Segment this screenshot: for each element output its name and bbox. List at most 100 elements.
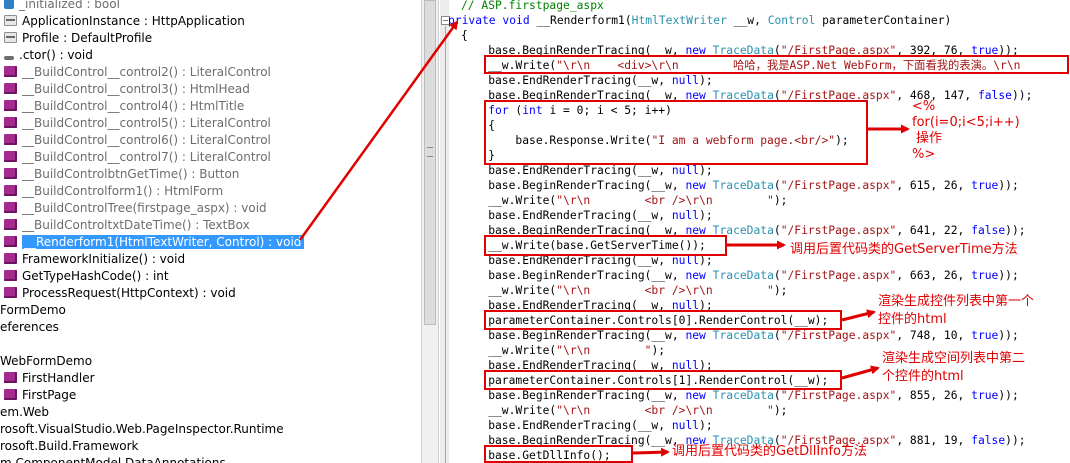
code-line: private void __Renderform1(HtmlTextWrite… bbox=[448, 14, 952, 27]
tree-member-item[interactable]: _initialized : bool bbox=[0, 0, 120, 13]
method-icon bbox=[4, 236, 17, 247]
annotation-for-loop: <% for(i=0;i<5;i++) 操作 %> bbox=[912, 99, 1020, 162]
tree-node-label: m.ComponentModel.DataAnnotations bbox=[0, 456, 226, 463]
code-line: { bbox=[461, 29, 468, 42]
tree-node[interactable]: em.Web bbox=[0, 404, 49, 421]
property-icon bbox=[4, 15, 17, 26]
tree-member-label: FrameworkInitialize() : void bbox=[22, 252, 186, 266]
annotation-dll-info: 调用后置代码类的GetDllInfo方法 bbox=[672, 444, 868, 459]
tree-node-label: em.Web bbox=[0, 405, 50, 419]
tree-member-label: .ctor() : void bbox=[19, 48, 93, 62]
tree-member-item[interactable]: __BuildControlbtnGetTime() : Button bbox=[0, 166, 239, 183]
method-icon bbox=[4, 151, 17, 162]
tree-member-label: __BuildControl__control2() : LiteralCont… bbox=[22, 65, 271, 79]
tree-member-item[interactable]: __BuildControl__control7() : LiteralCont… bbox=[0, 149, 271, 166]
tree-member-item[interactable]: __BuildControl__control5() : LiteralCont… bbox=[0, 115, 271, 132]
tree-member-item[interactable]: ProcessRequest(HttpContext) : void bbox=[0, 285, 236, 302]
code-line: base.EndRenderTracing(__w, null); bbox=[461, 164, 713, 177]
tree-member-label: ApplicationInstance : HttpApplication bbox=[22, 14, 245, 28]
tree-member-item[interactable]: FrameworkInitialize() : void bbox=[0, 251, 185, 268]
method-icon bbox=[4, 219, 17, 230]
method-icon bbox=[4, 168, 17, 179]
scrollbar-grip bbox=[427, 147, 433, 157]
tree-node-label: WebFormDemo bbox=[0, 354, 93, 368]
tree-member-item[interactable]: __BuildControl__control3() : HtmlHead bbox=[0, 81, 250, 98]
tree-member-item[interactable]: __Renderform1(HtmlTextWriter, Control) :… bbox=[0, 234, 305, 251]
method-icon bbox=[4, 134, 17, 145]
tree-member-item[interactable]: Profile : DefaultProfile bbox=[0, 30, 152, 47]
tree-node[interactable]: rosoft.Build.Framework bbox=[0, 438, 139, 455]
tree-member-item[interactable]: __BuildControlform1() : HtmlForm bbox=[0, 183, 223, 200]
tree-node[interactable]: rosoft.VisualStudio.Web.PageInspector.Ru… bbox=[0, 421, 284, 438]
tree-member-label: __BuildControl__control5() : LiteralCont… bbox=[22, 116, 271, 130]
tree-member-label: __BuildControl__control4() : HtmlTitle bbox=[22, 99, 245, 113]
highlight-write-div bbox=[484, 55, 1069, 74]
tree-node[interactable]: eferences bbox=[0, 319, 59, 336]
tree-member-label: __BuildControlTree(firstpage_aspx) : voi… bbox=[22, 201, 267, 215]
tree-member-label: __BuildControlform1() : HtmlForm bbox=[22, 184, 224, 198]
tree-member-label: __BuildControl__control7() : LiteralCont… bbox=[22, 150, 271, 164]
method-icon bbox=[4, 270, 17, 281]
method-icon bbox=[4, 83, 17, 94]
method-icon bbox=[4, 202, 17, 213]
tree-node[interactable]: m.ComponentModel.DataAnnotations bbox=[0, 455, 226, 463]
class-icon bbox=[4, 389, 17, 400]
class-icon bbox=[4, 372, 17, 383]
highlight-server-time bbox=[484, 235, 727, 256]
tree-member-label: ProcessRequest(HttpContext) : void bbox=[22, 286, 236, 300]
annotation-control0: 渲染生成控件列表中第一个 控件的html bbox=[878, 294, 1035, 327]
tree-member-label: __BuildControlbtnGetTime() : Button bbox=[22, 167, 240, 181]
tree-member-item[interactable]: __BuildControlTree(firstpage_aspx) : voi… bbox=[0, 200, 267, 217]
code-line: base.EndRenderTracing(__w, null); bbox=[461, 209, 713, 222]
tree-member-label: Profile : DefaultProfile bbox=[22, 31, 153, 45]
property-icon bbox=[4, 32, 17, 43]
code-line: base.EndRenderTracing(__w, null); bbox=[461, 74, 713, 87]
tree-member-item[interactable]: __BuildControl__control4() : HtmlTitle bbox=[0, 98, 244, 115]
method-icon bbox=[4, 253, 17, 264]
code-line: __w.Write("\r\n <br />\r\n "); bbox=[461, 404, 788, 417]
highlight-dll-info bbox=[484, 445, 633, 463]
code-line: // ASP.firstpage_aspx bbox=[461, 0, 604, 12]
tree-node[interactable]: FirstPage bbox=[0, 387, 76, 404]
tree-member-label: __BuildControl__control3() : HtmlHead bbox=[22, 82, 250, 96]
tree-member-item[interactable]: ApplicationInstance : HttpApplication bbox=[0, 13, 245, 30]
tree-member-item[interactable]: __BuildControl__control6() : LiteralCont… bbox=[0, 132, 271, 149]
tree-member-label: __BuildControltxtDateTime() : TextBox bbox=[22, 218, 250, 232]
tree-node[interactable]: WebFormDemo bbox=[0, 353, 92, 370]
tree-member-label: __BuildControl__control6() : LiteralCont… bbox=[22, 133, 271, 147]
tree-node[interactable]: FirstHandler bbox=[0, 370, 95, 387]
method-icon bbox=[4, 287, 17, 298]
tree-node-label: eferences bbox=[0, 320, 59, 334]
highlight-for-loop bbox=[484, 100, 868, 165]
code-line: base.EndRenderTracing(__w, null); bbox=[461, 419, 713, 432]
tree-node-label: FormDemo bbox=[0, 303, 66, 317]
tree-member-item[interactable]: __BuildControl__control2() : LiteralCont… bbox=[0, 64, 271, 81]
tree-member-label: __Renderform1(HtmlTextWriter, Control) :… bbox=[22, 235, 305, 249]
tree-member-item[interactable]: __BuildControltxtDateTime() : TextBox bbox=[0, 217, 250, 234]
annotation-server-time: 调用后置代码类的GetServerTime方法 bbox=[790, 242, 1018, 257]
tree-member-label: _initialized : bool bbox=[19, 0, 120, 11]
code-line: __w.Write("\r\n <br />\r\n "); bbox=[461, 284, 788, 297]
constructor-icon bbox=[4, 56, 14, 60]
type-member-tree[interactable]: _initialized : bool ApplicationInstance :… bbox=[0, 0, 421, 463]
highlight-control0 bbox=[484, 310, 842, 330]
method-icon bbox=[4, 66, 17, 77]
code-line: __w.Write("\r\n "); bbox=[461, 344, 666, 357]
tree-node-label: rosoft.VisualStudio.Web.PageInspector.Ru… bbox=[0, 422, 284, 436]
code-line: base.BeginRenderTracing(__w, new TraceDa… bbox=[461, 389, 1019, 402]
tree-node-label: FirstHandler bbox=[22, 371, 95, 385]
method-icon bbox=[4, 117, 17, 128]
highlight-control1 bbox=[484, 370, 842, 390]
tree-member-item[interactable]: .ctor() : void bbox=[0, 47, 93, 64]
annotation-control1: 渲染生成空间列表中第二 个控件的html bbox=[882, 351, 1026, 384]
tree-node-label: FirstPage bbox=[22, 388, 77, 402]
code-line: __w.Write("\r\n <br />\r\n "); bbox=[461, 194, 788, 207]
tree-node[interactable]: FormDemo bbox=[0, 302, 66, 319]
method-icon bbox=[4, 185, 17, 196]
code-line: base.BeginRenderTracing(__w, new TraceDa… bbox=[461, 179, 1019, 192]
scrollbar-thumb[interactable] bbox=[424, 0, 436, 325]
tree-member-label: GetTypeHashCode() : int bbox=[22, 269, 169, 283]
code-line: base.BeginRenderTracing(__w, new TraceDa… bbox=[461, 329, 1019, 342]
tree-member-item[interactable]: GetTypeHashCode() : int bbox=[0, 268, 169, 285]
outline-guide-line bbox=[445, 26, 446, 463]
